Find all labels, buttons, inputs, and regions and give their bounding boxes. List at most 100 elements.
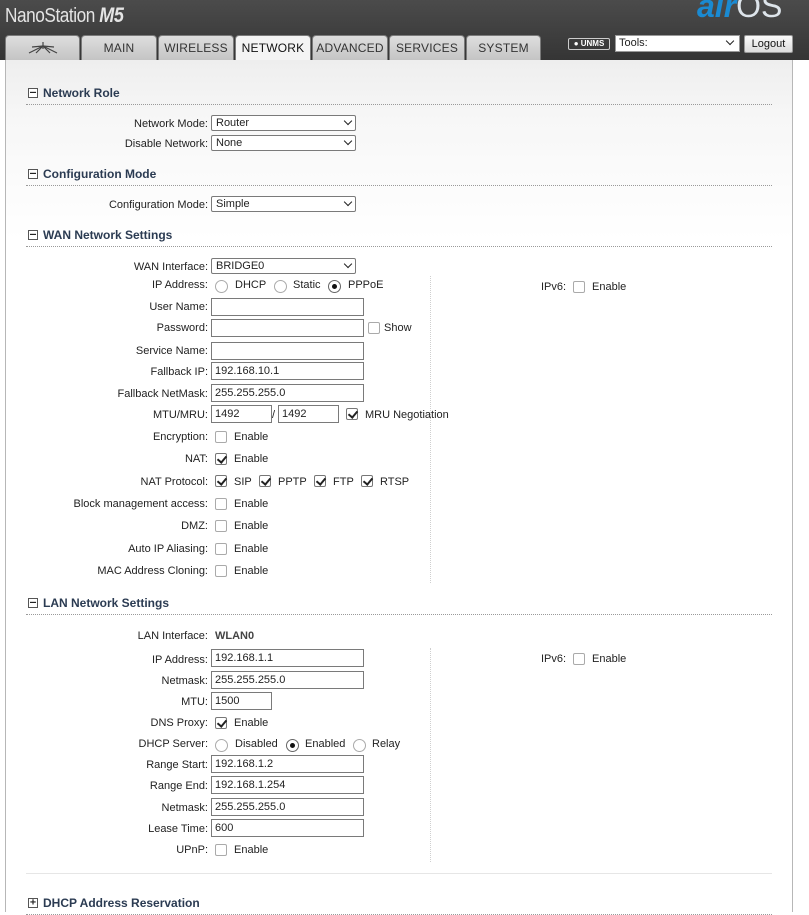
lease-time-input[interactable]: 600: [211, 819, 364, 837]
tab-main[interactable]: MAIN: [81, 35, 157, 60]
nat-rtsp-checkbox[interactable]: [361, 475, 373, 487]
disable-network-select[interactable]: None: [211, 135, 356, 151]
fallback-netmask-label: Fallback NetMask:: [117, 388, 208, 400]
range-start-label: Range Start:: [146, 759, 208, 771]
dhcp-enabled-radio[interactable]: [286, 739, 299, 752]
ip-mode-static-radio[interactable]: [274, 280, 287, 293]
lease-time-label: Lease Time:: [148, 823, 208, 835]
show-password-checkbox[interactable]: [368, 322, 380, 334]
collapse-icon[interactable]: –: [28, 598, 38, 608]
nat-label: NAT:: [184, 453, 208, 465]
dhcp-netmask-input[interactable]: 255.255.255.0: [211, 798, 364, 816]
show-password-label: Show: [384, 322, 412, 334]
ip-mode-pppoe-label: PPPoE: [348, 279, 384, 291]
nat-sip-checkbox[interactable]: [215, 475, 227, 487]
chevron-down-icon: [725, 36, 735, 46]
mru-input[interactable]: 1492: [278, 405, 339, 423]
password-input[interactable]: [211, 319, 364, 337]
ip-mode-dhcp-radio[interactable]: [215, 280, 228, 293]
top-bar: NanoStation M5 airOS MAIN WIRELESS NETWO…: [0, 0, 809, 61]
lan-ip-address-label: IP Address:: [151, 654, 208, 666]
nat-ftp-label: FTP: [333, 476, 354, 488]
section-title: Configuration Mode: [43, 167, 157, 181]
expand-icon[interactable]: +: [28, 898, 38, 908]
chevron-down-icon: [343, 197, 353, 207]
ip-mode-dhcp-label: DHCP: [235, 279, 267, 291]
tab-ubnt-logo[interactable]: [5, 35, 80, 60]
fallback-ip-input[interactable]: 192.168.10.1: [211, 362, 364, 380]
nat-checkbox[interactable]: [215, 453, 227, 465]
brand-name: NanoStation: [5, 5, 95, 27]
unms-badge[interactable]: ● UNMS: [568, 38, 610, 50]
range-end-input[interactable]: 192.168.1.254: [211, 776, 364, 794]
collapse-icon[interactable]: –: [28, 88, 38, 98]
dns-proxy-enable-label: Enable: [234, 717, 269, 729]
tab-system[interactable]: SYSTEM: [466, 35, 541, 60]
tools-select[interactable]: Tools:: [615, 35, 740, 52]
unms-label: UNMS: [580, 39, 605, 48]
user-name-label: User Name:: [149, 301, 208, 313]
section-wan-network-settings: – WAN Network Settings: [26, 227, 772, 247]
logout-button[interactable]: Logout: [744, 35, 793, 53]
tab-services[interactable]: SERVICES: [389, 35, 465, 60]
mac-cloning-checkbox[interactable]: [215, 565, 227, 577]
user-name-input[interactable]: [211, 298, 364, 316]
tools-select-value: Tools:: [619, 37, 648, 49]
nat-pptp-label: PPTP: [278, 476, 307, 488]
dns-proxy-checkbox[interactable]: [215, 717, 227, 729]
airos-logo: airOS: [697, 0, 782, 25]
tab-network[interactable]: NETWORK: [235, 35, 311, 61]
divider: [430, 276, 431, 583]
wan-interface-label: WAN Interface:: [133, 261, 208, 273]
nat-protocol-label: NAT Protocol:: [140, 476, 208, 488]
mtu-input[interactable]: 1492: [211, 405, 272, 423]
collapse-icon[interactable]: –: [28, 230, 38, 240]
wan-interface-select[interactable]: BRIDGE0: [211, 258, 356, 274]
block-management-checkbox[interactable]: [215, 498, 227, 510]
mru-negotiation-label: MRU Negotiation: [365, 409, 449, 421]
network-mode-select[interactable]: Router: [211, 115, 356, 131]
section-title: LAN Network Settings: [43, 596, 170, 610]
upnp-enable-label: Enable: [234, 844, 269, 856]
section-title: WAN Network Settings: [43, 228, 173, 242]
ip-mode-pppoe-radio[interactable]: [328, 280, 341, 293]
mac-cloning-enable-label: Enable: [234, 565, 269, 577]
lan-mtu-label: MTU:: [181, 696, 208, 708]
section-title: DHCP Address Reservation: [43, 896, 200, 910]
encryption-checkbox[interactable]: [215, 431, 227, 443]
lan-ipv6-checkbox[interactable]: [573, 653, 585, 665]
fallback-netmask-input[interactable]: 255.255.255.0: [211, 384, 364, 402]
nat-pptp-checkbox[interactable]: [259, 475, 271, 487]
lan-mtu-input[interactable]: 1500: [211, 692, 272, 710]
wan-ipv6-checkbox[interactable]: [573, 281, 585, 293]
range-start-input[interactable]: 192.168.1.2: [211, 755, 364, 773]
nat-ftp-checkbox[interactable]: [314, 475, 326, 487]
block-management-label: Block management access:: [73, 498, 208, 510]
collapse-icon[interactable]: –: [28, 169, 38, 179]
dhcp-disabled-label: Disabled: [235, 738, 278, 750]
auto-ip-aliasing-checkbox[interactable]: [215, 543, 227, 555]
divider: [26, 873, 772, 874]
service-name-input[interactable]: [211, 342, 364, 360]
lan-interface-value: WLAN0: [215, 630, 255, 642]
mru-negotiation-checkbox[interactable]: [346, 408, 358, 420]
mac-cloning-label: MAC Address Cloning:: [97, 565, 208, 577]
lan-netmask-input[interactable]: 255.255.255.0: [211, 671, 364, 689]
dmz-checkbox[interactable]: [215, 520, 227, 532]
tab-advanced[interactable]: ADVANCED: [312, 35, 388, 60]
dmz-label: DMZ:: [181, 520, 208, 532]
ip-mode-static-label: Static: [293, 279, 321, 291]
configuration-mode-select[interactable]: Simple: [211, 196, 356, 212]
dhcp-relay-radio[interactable]: [353, 739, 366, 752]
mtu-mru-label: MTU/MRU:: [153, 409, 208, 421]
tab-wireless[interactable]: WIRELESS: [158, 35, 234, 60]
wan-ipv6-label: IPv6:: [541, 281, 567, 293]
dhcp-disabled-radio[interactable]: [215, 739, 228, 752]
section-title: Network Role: [43, 86, 120, 100]
upnp-checkbox[interactable]: [215, 844, 227, 856]
lan-ipv6-enable-label: Enable: [592, 653, 627, 665]
lan-ip-address-input[interactable]: 192.168.1.1: [211, 649, 364, 667]
range-end-label: Range End:: [149, 780, 208, 792]
block-management-enable-label: Enable: [234, 498, 269, 510]
lan-ipv6-label: IPv6:: [541, 653, 567, 665]
